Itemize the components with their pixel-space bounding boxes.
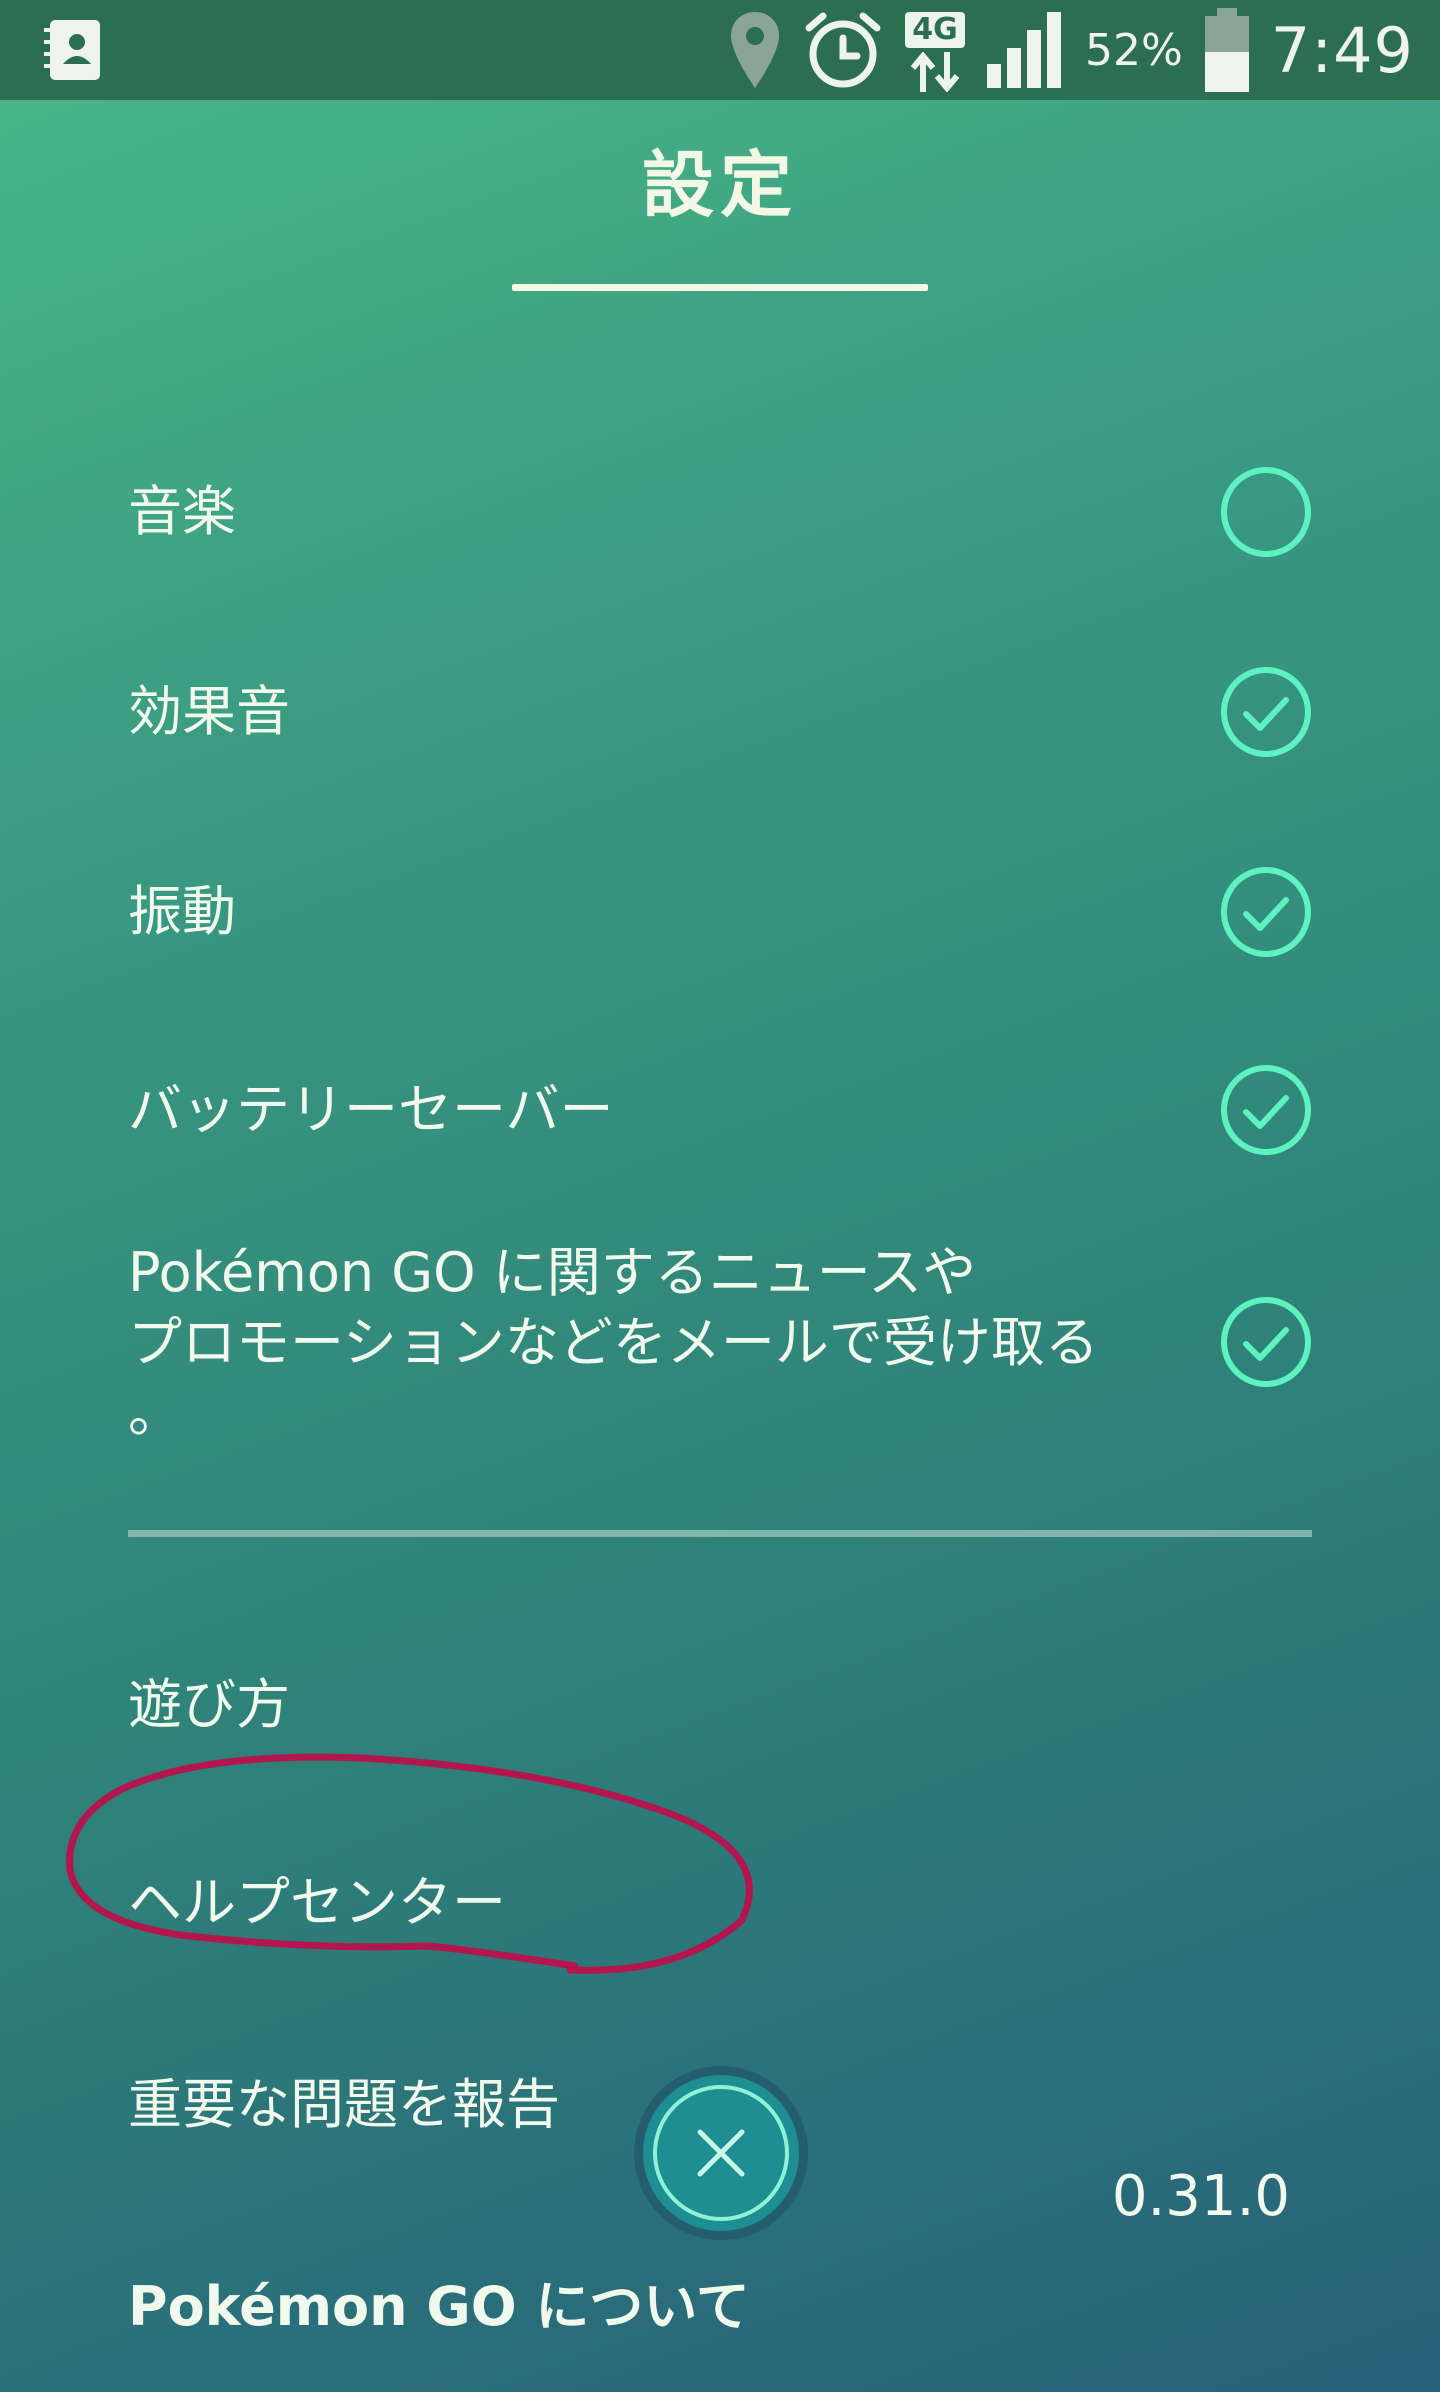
status-time: 7:49 [1270,13,1414,87]
setting-row-email-news: Pokémon GO に関するニュースや プロモーションなどをメールで受け取る … [128,1238,1312,1448]
status-bar: 4G 52% 7:49 [0,0,1440,100]
divider [128,1530,1312,1537]
battery-percent: 52% [1084,24,1183,76]
toggle-music[interactable] [1220,466,1312,558]
contacts-icon [44,18,104,82]
signal-icon [986,12,1061,88]
network-4g-label: 4G [904,12,965,48]
location-icon [730,12,779,88]
unchecked-circle-icon [1221,467,1311,557]
link-how-to-play[interactable]: 遊び方 [128,1660,290,1739]
toggle-vibration[interactable] [1220,866,1312,958]
close-button[interactable] [632,2064,810,2242]
link-report-issue[interactable]: 重要な問題を報告 [128,2060,560,2139]
check-circle-icon [1221,667,1311,757]
setting-row-sound-effects: 効果音 [128,666,1312,758]
check-circle-icon [1221,1297,1311,1387]
close-icon [634,2066,808,2240]
version-number: 0.31.0 [1111,2164,1290,2229]
title-underline [512,284,928,291]
check-circle-icon [1221,1065,1311,1155]
setting-label-vibration: 振動 [128,880,236,943]
setting-row-music: 音楽 [128,466,1312,558]
toggle-battery-saver[interactable] [1220,1064,1312,1156]
battery-icon [1204,8,1249,92]
setting-label-battery-saver: バッテリーセーバー [128,1078,614,1141]
setting-label-music: 音楽 [128,480,236,543]
toggle-sound-effects[interactable] [1220,666,1312,758]
page-title: 設定 [641,143,798,227]
check-circle-icon [1221,867,1311,957]
setting-label-sound-effects: 効果音 [128,680,290,743]
link-about[interactable]: Pokémon GO について [128,2262,750,2341]
network-4g-icon: 4G [904,8,965,92]
setting-label-email-news: Pokémon GO に関するニュースや プロモーションなどをメールで受け取る … [128,1241,1099,1444]
setting-row-battery-saver: バッテリーセーバー [128,1064,1312,1156]
link-help-center[interactable]: ヘルプセンター [128,1858,506,1937]
setting-row-vibration: 振動 [128,866,1312,958]
alarm-icon [805,12,881,88]
toggle-email-news[interactable] [1220,1296,1312,1388]
